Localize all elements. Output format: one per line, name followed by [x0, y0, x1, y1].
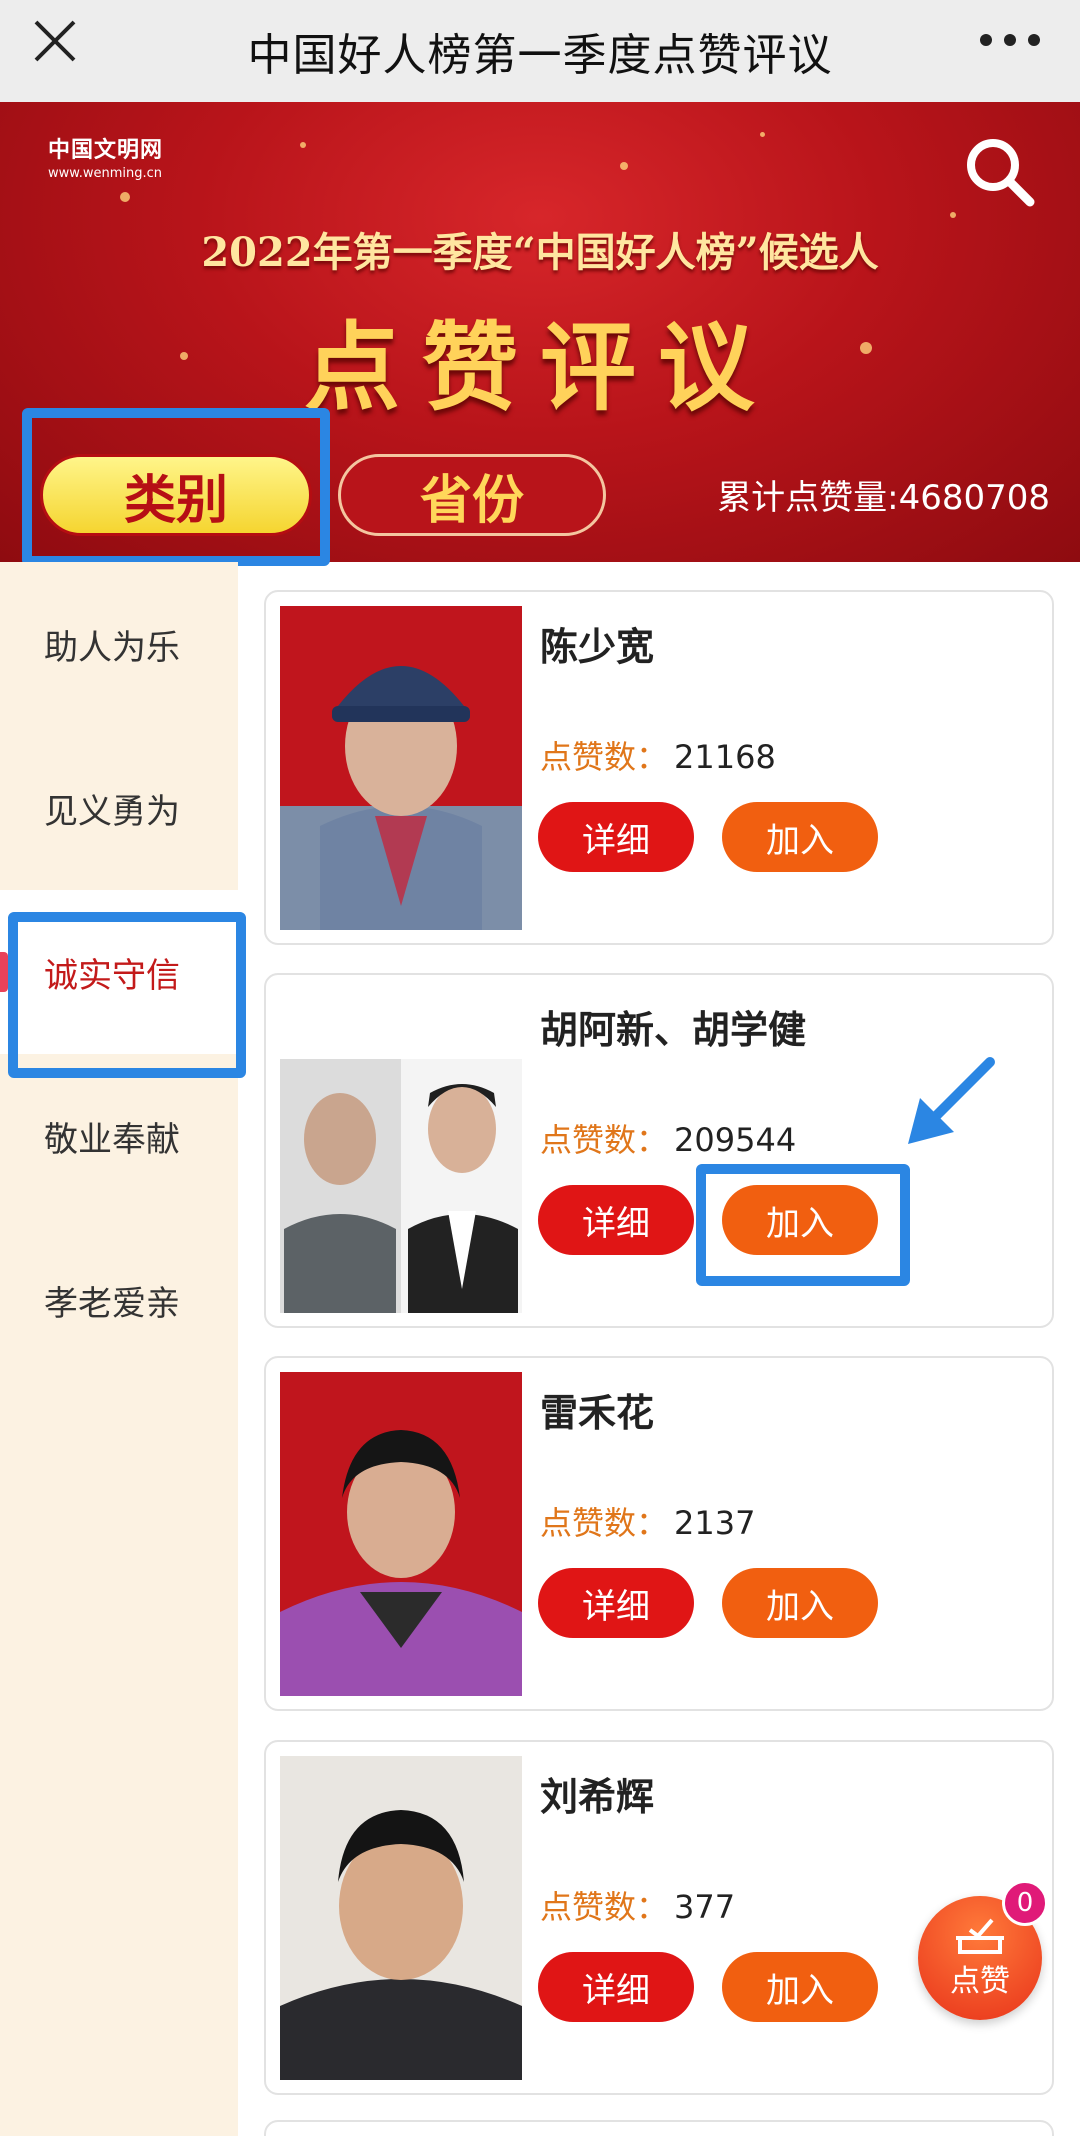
likes-label: 点赞数：: [540, 1888, 669, 1926]
category-sidebar: 助人为乐 见义勇为 诚实守信 敬业奉献 孝老爱亲: [0, 562, 238, 2136]
like-vote-button[interactable]: 点赞 0: [918, 1880, 1048, 2020]
candidate-name: 陈少宽: [540, 625, 655, 669]
sidebar-item-help[interactable]: 助人为乐: [0, 562, 238, 726]
like-vote-label: 点赞: [950, 1964, 1010, 1999]
total-likes: 累计点赞量:4680708: [717, 470, 1050, 519]
candidate-name: 雷禾花: [540, 1391, 655, 1435]
detail-button[interactable]: 详细: [538, 1952, 694, 2022]
sidebar-item-honesty[interactable]: 诚实守信: [0, 890, 238, 1054]
vote-count-badge: 0: [1002, 1880, 1048, 1926]
join-button[interactable]: 加入: [722, 1568, 878, 1638]
likes-count: 21168: [674, 738, 776, 776]
wenming-logo: 中国文明网 www.wenming.cn: [48, 132, 163, 181]
banner-title: 点赞评议: [304, 311, 776, 424]
detail-button[interactable]: 详细: [538, 1568, 694, 1638]
likes-count: 2137: [674, 1504, 756, 1542]
candidate-card: [264, 2120, 1054, 2136]
detail-button[interactable]: 详细: [538, 802, 694, 872]
banner-subtitle: 2022年第一季度“中国好人榜”候选人: [201, 229, 879, 276]
candidate-photo: [280, 1372, 522, 1696]
likes-label: 点赞数：: [540, 1121, 669, 1159]
likes-label: 点赞数：: [540, 738, 669, 776]
ballot-icon: [956, 1918, 1004, 1954]
join-button[interactable]: 加入: [722, 802, 878, 872]
sidebar-item-label: 助人为乐: [44, 627, 180, 668]
candidate-photo: [280, 606, 522, 930]
likes-label: 点赞数：: [540, 1504, 669, 1542]
header-banner: 中国文明网 www.wenming.cn 2022年第一季度“中国好人榜”候选人…: [0, 102, 1080, 562]
candidate-card: 雷禾花 点赞数： 2137 详细 加入: [264, 1356, 1054, 1711]
total-likes-value: 4680708: [898, 478, 1050, 518]
candidate-name: 刘希辉: [540, 1775, 655, 1819]
sidebar-item-label: 孝老爱亲: [44, 1283, 180, 1324]
candidate-card: 陈少宽 点赞数： 21168 详细 加入: [264, 590, 1054, 945]
candidate-photo: [280, 1756, 522, 2080]
tab-category[interactable]: 类别: [40, 454, 312, 536]
candidate-likes: 点赞数： 209544: [540, 1115, 796, 1161]
join-button[interactable]: 加入: [722, 1952, 878, 2022]
join-button[interactable]: 加入: [722, 1185, 878, 1255]
sidebar-item-label: 见义勇为: [44, 791, 180, 832]
likes-count: 209544: [674, 1121, 797, 1159]
logo-url: www.wenming.cn: [48, 166, 162, 181]
tab-province[interactable]: 省份: [338, 454, 606, 536]
candidate-photo: [280, 989, 522, 1313]
logo-text: 中国文明网: [48, 138, 164, 163]
total-likes-label: 累计点赞量:: [717, 478, 899, 518]
sidebar-item-bravery[interactable]: 见义勇为: [0, 726, 238, 890]
close-icon[interactable]: [30, 16, 80, 66]
more-options-icon[interactable]: [980, 20, 1040, 60]
detail-button[interactable]: 详细: [538, 1185, 694, 1255]
sidebar-item-label: 敬业奉献: [44, 1119, 180, 1160]
pointer-arrow-icon: [908, 1057, 995, 1144]
likes-count: 377: [674, 1888, 736, 1926]
search-icon[interactable]: [960, 132, 1040, 212]
sidebar-item-label: 诚实守信: [44, 955, 180, 996]
candidate-likes: 点赞数： 2137: [540, 1498, 755, 1544]
candidate-likes: 点赞数： 21168: [540, 732, 776, 778]
candidate-likes: 点赞数： 377: [540, 1882, 735, 1928]
active-indicator: [0, 952, 8, 992]
page-title: 中国好人榜第一季度点赞评议: [247, 30, 833, 81]
title-bar: 中国好人榜第一季度点赞评议: [0, 0, 1080, 102]
sidebar-item-filial[interactable]: 孝老爱亲: [0, 1218, 238, 1382]
candidate-name: 胡阿新、胡学健: [540, 1008, 807, 1052]
sidebar-item-dedication[interactable]: 敬业奉献: [0, 1054, 238, 1218]
